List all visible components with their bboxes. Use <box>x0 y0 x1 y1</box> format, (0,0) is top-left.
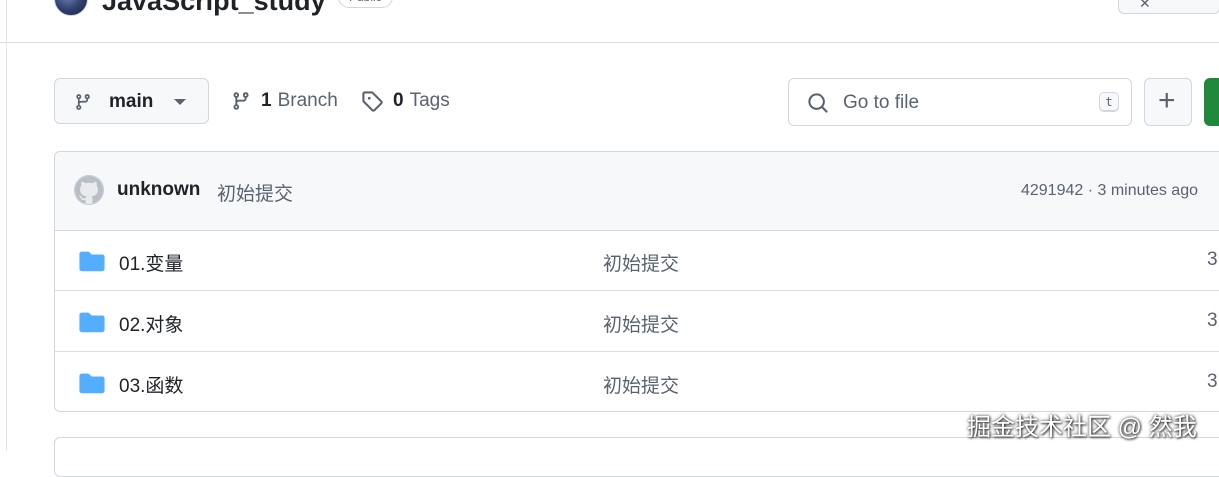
add-file-button[interactable]: + <box>1144 78 1192 126</box>
file-name[interactable]: 01.变量 <box>119 249 183 276</box>
file-commit-message[interactable]: 初始提交 <box>603 249 679 276</box>
plus-icon: + <box>1158 84 1176 117</box>
branch-label: Branch <box>277 90 338 111</box>
page-left-border <box>6 0 7 451</box>
chevron-down-icon <box>174 99 186 105</box>
branches-link[interactable]: 1 Branch <box>231 90 338 112</box>
branch-name: main <box>109 91 154 112</box>
file-commit-date: 3 <box>1207 310 1218 331</box>
owner-avatar[interactable] <box>54 0 88 16</box>
branch-icon <box>233 92 249 110</box>
folder-icon <box>79 251 105 272</box>
visibility-badge: Public <box>338 0 393 8</box>
tags-link[interactable]: 0 Tags <box>361 90 450 112</box>
keyboard-shortcut-hint: t <box>1099 92 1119 112</box>
commit-author[interactable]: unknown <box>117 179 200 201</box>
file-row[interactable]: 03.函数 初始提交 3 <box>55 352 1219 411</box>
tag-label: Tags <box>409 90 450 111</box>
site-watermark: 掘金技术社区 @ 然我 <box>967 414 1197 441</box>
file-name[interactable]: 02.对象 <box>119 310 183 337</box>
search-placeholder: Go to file <box>843 92 920 113</box>
search-icon <box>808 93 828 113</box>
folder-icon <box>79 312 105 333</box>
file-commit-message[interactable]: 初始提交 <box>603 371 679 398</box>
close-icon: ✕ <box>1139 0 1151 11</box>
file-row[interactable]: 02.对象 初始提交 3 <box>55 291 1219 352</box>
branch-selector-button[interactable]: main <box>54 78 209 124</box>
header-action-button[interactable]: ✕ <box>1118 0 1219 14</box>
file-commit-date: 3 <box>1207 249 1218 270</box>
file-commit-message[interactable]: 初始提交 <box>603 310 679 337</box>
branch-count: 1 <box>261 90 272 111</box>
branch-icon <box>76 94 90 110</box>
commit-hash-time[interactable]: 4291942 · 3 minutes ago <box>1021 182 1198 200</box>
folder-icon <box>79 373 105 394</box>
code-button[interactable] <box>1204 78 1219 126</box>
latest-commit-row: unknown 初始提交 4291942 · 3 minutes ago <box>55 152 1219 231</box>
go-to-file-input[interactable]: Go to file t <box>788 78 1132 126</box>
file-name[interactable]: 03.函数 <box>119 371 183 398</box>
tag-count: 0 <box>393 90 404 111</box>
repo-title[interactable]: JavaScript_study <box>102 0 326 17</box>
commit-message[interactable]: 初始提交 <box>217 179 293 206</box>
file-commit-date: 3 <box>1207 371 1218 392</box>
github-avatar-icon[interactable] <box>74 175 104 205</box>
file-row[interactable]: 01.变量 初始提交 3 <box>55 230 1219 291</box>
file-table: unknown 初始提交 4291942 · 3 minutes ago 01.… <box>54 151 1219 412</box>
tag-icon <box>362 91 383 112</box>
repo-header: JavaScript_study Public ✕ <box>0 0 1219 43</box>
readme-box <box>54 437 1219 477</box>
